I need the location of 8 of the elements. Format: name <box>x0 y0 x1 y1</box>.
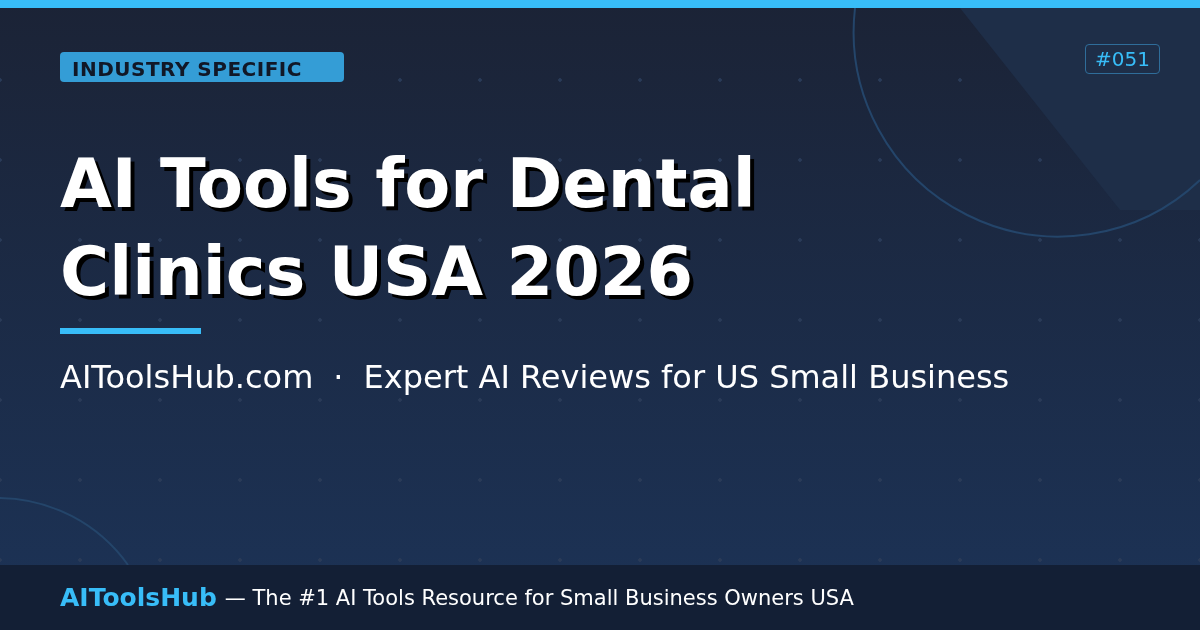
headline: AI Tools for Dental Clinics USA 2026 <box>60 144 757 313</box>
subtitle-tagline: Expert AI Reviews for US Small Business <box>363 358 1010 396</box>
site-name: AIToolsHub.com <box>60 358 314 396</box>
footer-tagline: — The #1 AI Tools Resource for Small Business Owners USA <box>224 585 854 610</box>
issue-number-badge: #051 <box>1085 44 1160 74</box>
brand-logo: AIToolsHub <box>60 583 217 612</box>
separator-dot: · <box>333 358 344 396</box>
category-badge: INDUSTRY SPECIFIC <box>60 52 344 82</box>
